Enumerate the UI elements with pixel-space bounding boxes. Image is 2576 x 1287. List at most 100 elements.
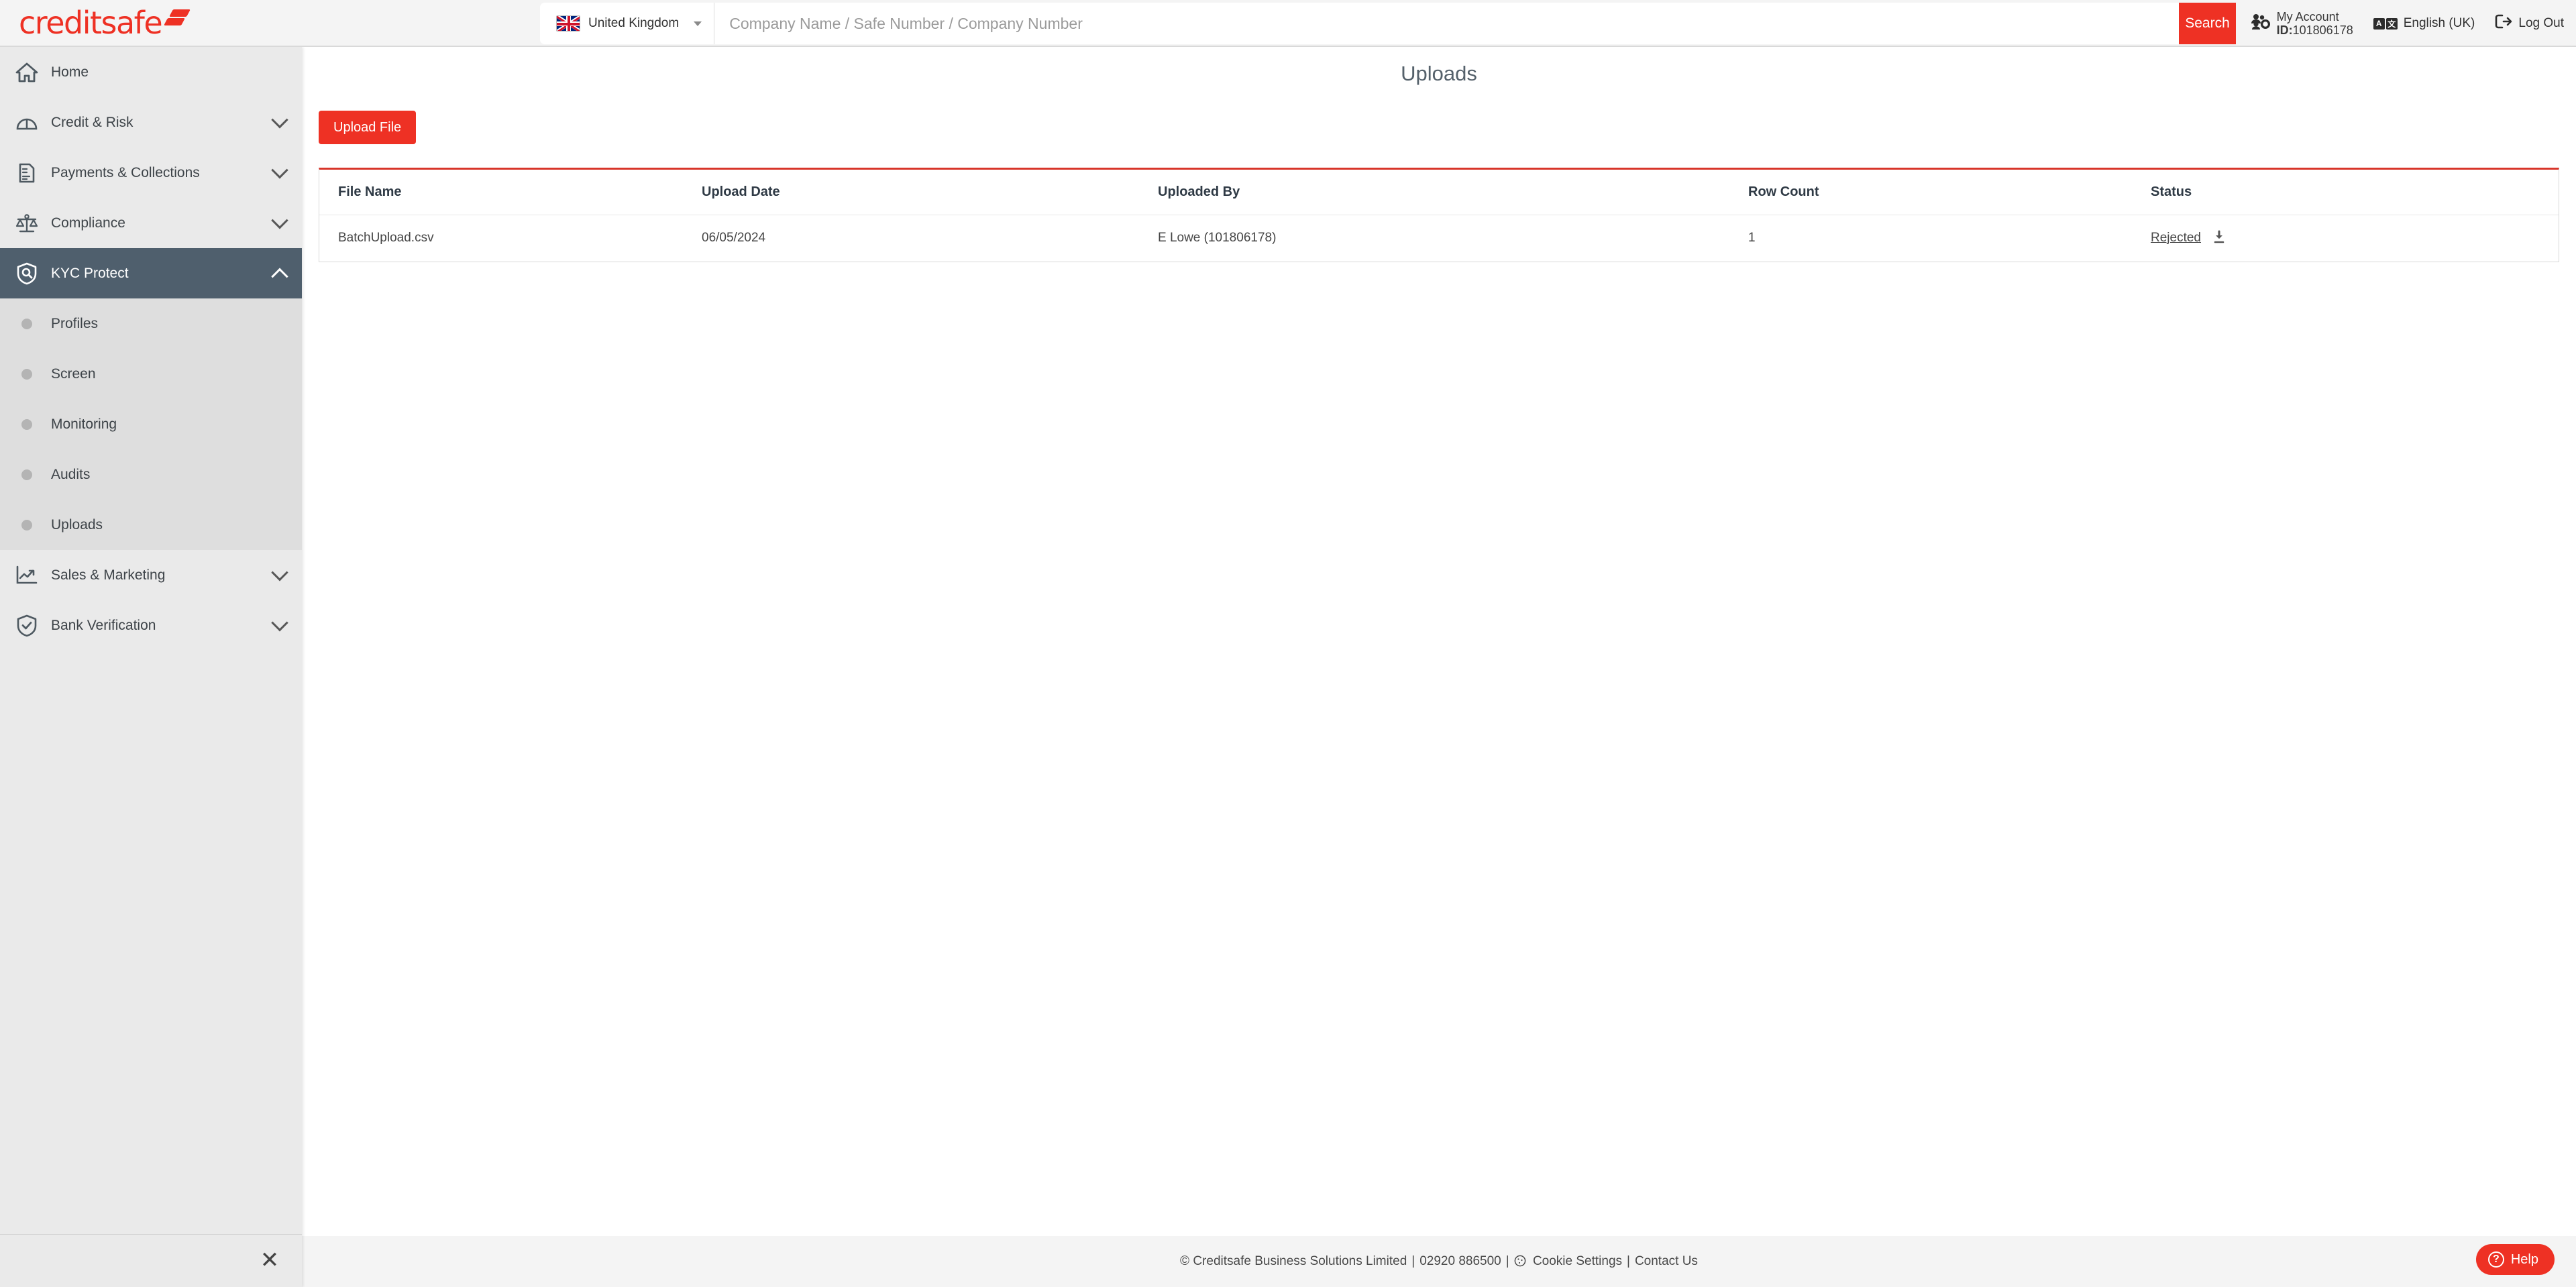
contact-us-link[interactable]: Contact Us [1635,1254,1698,1269]
my-account-label: My Account [2276,9,2339,23]
help-label: Help [2510,1251,2538,1267]
users-gear-icon [2251,13,2271,34]
my-account-link[interactable]: My Account ID:101806178 [2251,10,2353,37]
sidebar-close-icon[interactable]: ✕ [255,1245,284,1275]
kyc-protect-submenu: Profiles Screen Monitoring Audits Upload… [0,298,302,550]
bullet-icon [9,469,44,480]
cookie-settings-label: Cookie Settings [1532,1254,1623,1268]
chevron-down-icon [271,563,288,581]
bullet-icon [9,368,44,380]
column-header-upload-date[interactable]: Upload Date [702,170,1158,215]
account-id-number: 101806178 [2292,23,2353,37]
status-badge[interactable]: Rejected [2151,231,2201,245]
question-mark-icon: ? [2487,1251,2504,1268]
sidebar-item-payments-collections[interactable]: Payments & Collections [0,148,302,198]
logout-link[interactable]: Log Out [2495,14,2564,33]
sidebar-item-sales-marketing[interactable]: Sales & Marketing [0,550,302,600]
sidebar-item-screen[interactable]: Screen [0,349,302,399]
search-button[interactable]: Search [2179,3,2236,44]
column-header-status[interactable]: Status [2151,170,2559,215]
shield-check-icon [9,614,44,637]
cell-upload-date: 06/05/2024 [702,230,766,245]
language-selector[interactable]: A 文 English (UK) [2373,16,2475,31]
sidebar-item-profiles[interactable]: Profiles [0,298,302,349]
uk-flag-icon [556,15,580,32]
cell-file-name: BatchUpload.csv [338,230,434,245]
footer-phone: 02920 886500 [1419,1254,1501,1268]
sidebar-item-audits[interactable]: Audits [0,449,302,500]
chevron-down-icon [271,111,288,128]
sidebar-subitem-label: Screen [51,366,96,382]
chevron-down-icon [271,211,288,229]
search-input[interactable] [714,3,2214,44]
column-header-uploaded-by[interactable]: Uploaded By [1158,170,1748,215]
translate-icon: A 文 [2373,17,2398,30]
gauge-icon [9,112,44,133]
bullet-icon [9,418,44,430]
chart-trend-icon [9,565,44,586]
bullet-icon [9,519,44,530]
table-head: File Name Upload Date Uploaded By Row Co… [319,170,2559,215]
sidebar-item-bank-verification[interactable]: Bank Verification [0,600,302,651]
sidebar-item-home[interactable]: Home [0,47,302,97]
scales-icon [9,213,44,234]
chevron-down-icon [694,21,702,26]
top-header: creditsafe United Kingdom Search [0,0,2576,47]
sidebar-item-uploads[interactable]: Uploads [0,500,302,550]
sidebar-nav: Home Credit & Risk Payments & Collection… [0,47,302,1287]
sidebar-subitem-label: Monitoring [51,416,117,432]
footer-separator-3: | [1627,1254,1630,1268]
sidebar-item-label: Sales & Marketing [51,567,166,583]
sidebar-divider [0,1234,302,1235]
column-header-file-name[interactable]: File Name [319,170,702,215]
sidebar-item-label: Bank Verification [51,617,156,633]
table-row[interactable]: BatchUpload.csv 06/05/2024 E Lowe (10180… [319,215,2559,262]
download-icon[interactable] [2212,230,2226,243]
global-search-bar: United Kingdom [540,3,2214,44]
cookie-icon [1514,1255,1526,1267]
page-title: Uploads [1401,62,1477,85]
cookie-settings-link[interactable]: Cookie Settings [1514,1254,1622,1269]
shield-search-icon [9,262,44,285]
header-actions: My Account ID:101806178 A 文 English (UK)… [2251,0,2564,47]
sidebar-item-monitoring[interactable]: Monitoring [0,399,302,449]
translate-icon-a: A [2373,17,2385,30]
footer-copyright: © Creditsafe Business Solutions Limited [1180,1254,1407,1268]
logout-icon [2495,14,2512,33]
upload-file-button[interactable]: Upload File [319,111,417,144]
cell-row-count: 1 [1748,230,1756,245]
main-content: Uploads Upload File File Name Upload Dat… [302,47,2576,1287]
footer-separator-1: | [1411,1254,1415,1268]
sidebar-item-kyc-protect[interactable]: KYC Protect [0,248,302,298]
chevron-down-icon [271,614,288,631]
sidebar-item-label: Credit & Risk [51,114,133,130]
column-header-row-count[interactable]: Row Count [1748,170,2151,215]
sidebar-item-label: Compliance [51,215,125,231]
sidebar-subitem-label: Audits [51,466,91,482]
page-footer: © Creditsafe Business Solutions Limited … [302,1236,2576,1287]
chevron-up-icon [271,268,288,285]
sidebar-subitem-label: Uploads [51,516,103,533]
cell-status: Rejected [2151,215,2559,262]
help-button[interactable]: ? Help [2475,1244,2555,1275]
logout-label: Log Out [2518,16,2564,30]
uploads-table: File Name Upload Date Uploaded By Row Co… [319,170,2559,262]
uploads-table-card: File Name Upload Date Uploaded By Row Co… [319,168,2559,262]
cell-uploaded-by: E Lowe (101806178) [1158,230,1277,245]
table-header-row: File Name Upload Date Uploaded By Row Co… [319,170,2559,215]
country-select[interactable]: United Kingdom [540,3,715,44]
account-id-prefix: ID: [2276,23,2293,37]
translate-icon-b: 文 [2385,17,2398,30]
creditsafe-logo[interactable]: creditsafe [19,4,200,42]
sidebar-item-compliance[interactable]: Compliance [0,198,302,248]
home-icon [9,62,44,83]
chevron-down-icon [271,161,288,178]
sidebar-item-label: Payments & Collections [51,164,200,180]
logo-swoosh-icon [163,8,191,38]
country-name: United Kingdom [588,16,680,30]
sidebar-item-credit-risk[interactable]: Credit & Risk [0,97,302,148]
sidebar-item-label: Home [51,64,89,80]
table-body: BatchUpload.csv 06/05/2024 E Lowe (10180… [319,215,2559,262]
bullet-icon [9,318,44,329]
language-label: English (UK) [2403,16,2475,30]
